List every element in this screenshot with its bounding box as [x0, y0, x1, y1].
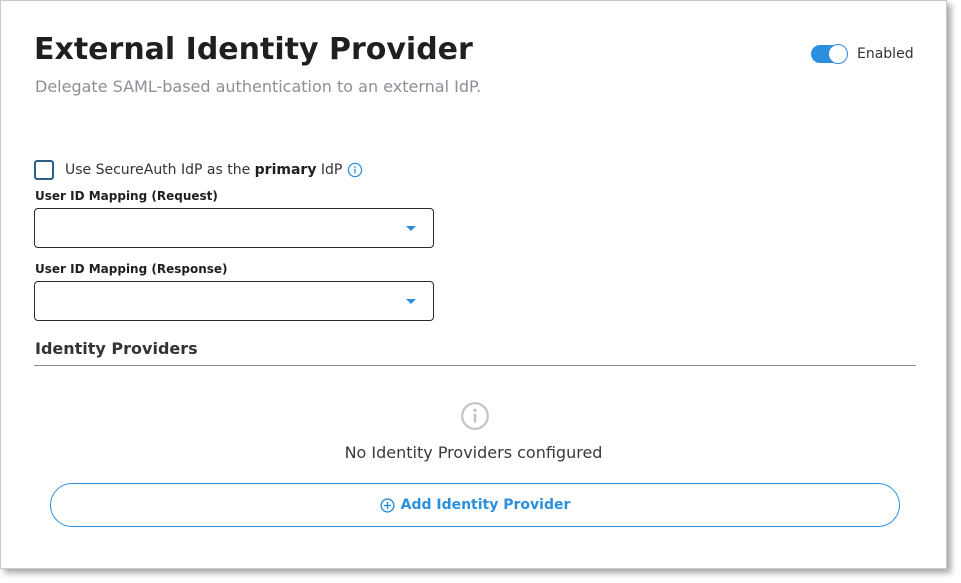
- primary-idp-label-bold: primary: [254, 162, 317, 178]
- primary-idp-option: Use SecureAuth IdP as the primary IdP: [34, 160, 363, 180]
- add-identity-provider-button[interactable]: Add Identity Provider: [50, 483, 900, 527]
- primary-idp-label: Use SecureAuth IdP as the primary IdP: [65, 162, 342, 178]
- external-idp-panel: External Identity Provider Delegate SAML…: [0, 0, 947, 569]
- add-identity-provider-label: Add Identity Provider: [400, 497, 571, 513]
- empty-state-message: No Identity Providers configured: [344, 443, 603, 462]
- response-mapping-label: User ID Mapping (Response): [35, 262, 228, 276]
- info-circle-icon: [460, 401, 490, 431]
- primary-idp-label-suffix: IdP: [316, 162, 343, 178]
- request-mapping-label: User ID Mapping (Request): [35, 189, 218, 203]
- caret-down-icon: [406, 226, 416, 231]
- primary-idp-label-prefix: Use SecureAuth IdP as the: [65, 162, 255, 178]
- info-circle-icon[interactable]: [347, 162, 363, 178]
- identity-providers-heading: Identity Providers: [35, 339, 198, 358]
- page-subtitle: Delegate SAML-based authentication to an…: [35, 77, 482, 96]
- response-mapping-select[interactable]: [34, 281, 434, 321]
- request-mapping-select[interactable]: [34, 208, 434, 248]
- section-divider: [34, 365, 916, 366]
- enabled-toggle[interactable]: [811, 44, 848, 64]
- toggle-knob: [828, 44, 848, 64]
- enabled-toggle-group: Enabled: [811, 44, 914, 64]
- enabled-toggle-label: Enabled: [857, 46, 914, 62]
- primary-idp-checkbox[interactable]: [34, 160, 54, 180]
- page-title: External Identity Provider: [34, 32, 473, 67]
- caret-down-icon: [406, 299, 416, 304]
- plus-circle-icon: [380, 497, 395, 513]
